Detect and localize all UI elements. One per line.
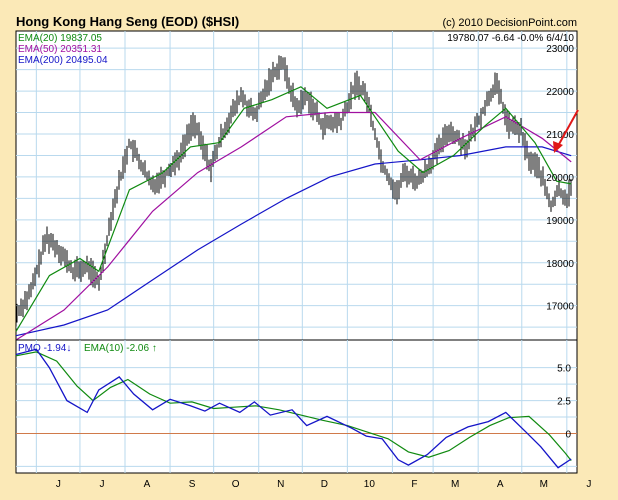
legend-ema200: EMA(200) 20495.04 (18, 55, 108, 66)
x-tick-label: J (99, 479, 104, 490)
x-tick-label: D (321, 479, 328, 490)
chart-frame: Hong Kong Hang Seng (EOD) ($HSI) (c) 201… (0, 0, 618, 500)
chart-title: Hong Kong Hang Seng (EOD) ($HSI) (16, 14, 239, 29)
legend-ema50: EMA(50) 20351.31 (18, 44, 102, 55)
price-y-tick-label: 22000 (546, 87, 574, 98)
legend-pmo-ema: EMA(10) -2.06 ↑ (84, 343, 157, 354)
x-tick-label: O (232, 479, 240, 490)
price-y-tick-label: 20000 (546, 173, 574, 184)
pmo-y-tick-label: 2.5 (557, 397, 571, 408)
x-tick-label: J (586, 479, 591, 490)
price-y-tick-label: 18000 (546, 259, 574, 270)
pmo-y-tick-label: 5.0 (557, 364, 571, 375)
legend-pmo: PMO -1.94↓ (18, 343, 71, 354)
x-tick-label: J (56, 479, 61, 490)
price-y-tick-label: 21000 (546, 130, 574, 141)
x-tick-label: S (189, 479, 196, 490)
x-tick-label: A (497, 479, 504, 490)
x-tick-label: F (411, 479, 417, 490)
x-tick-label: 10 (364, 479, 376, 490)
price-y-tick-label: 23000 (546, 44, 574, 55)
pmo-panel (15, 339, 578, 474)
price-panel (15, 30, 578, 341)
last-quote: 19780.07 -6.64 -0.0% 6/4/10 (447, 33, 574, 44)
pmo-y-tick-label: 0 (565, 429, 571, 440)
copyright-text: (c) 2010 DecisionPoint.com (442, 17, 577, 29)
price-y-tick-label: 19000 (546, 216, 574, 227)
x-tick-label: M (451, 479, 459, 490)
x-tick-label: A (144, 479, 151, 490)
x-tick-label: N (277, 479, 284, 490)
x-tick-label: M (540, 479, 548, 490)
price-y-tick-label: 17000 (546, 302, 574, 313)
legend-ema20: EMA(20) 19837.05 (18, 33, 102, 44)
